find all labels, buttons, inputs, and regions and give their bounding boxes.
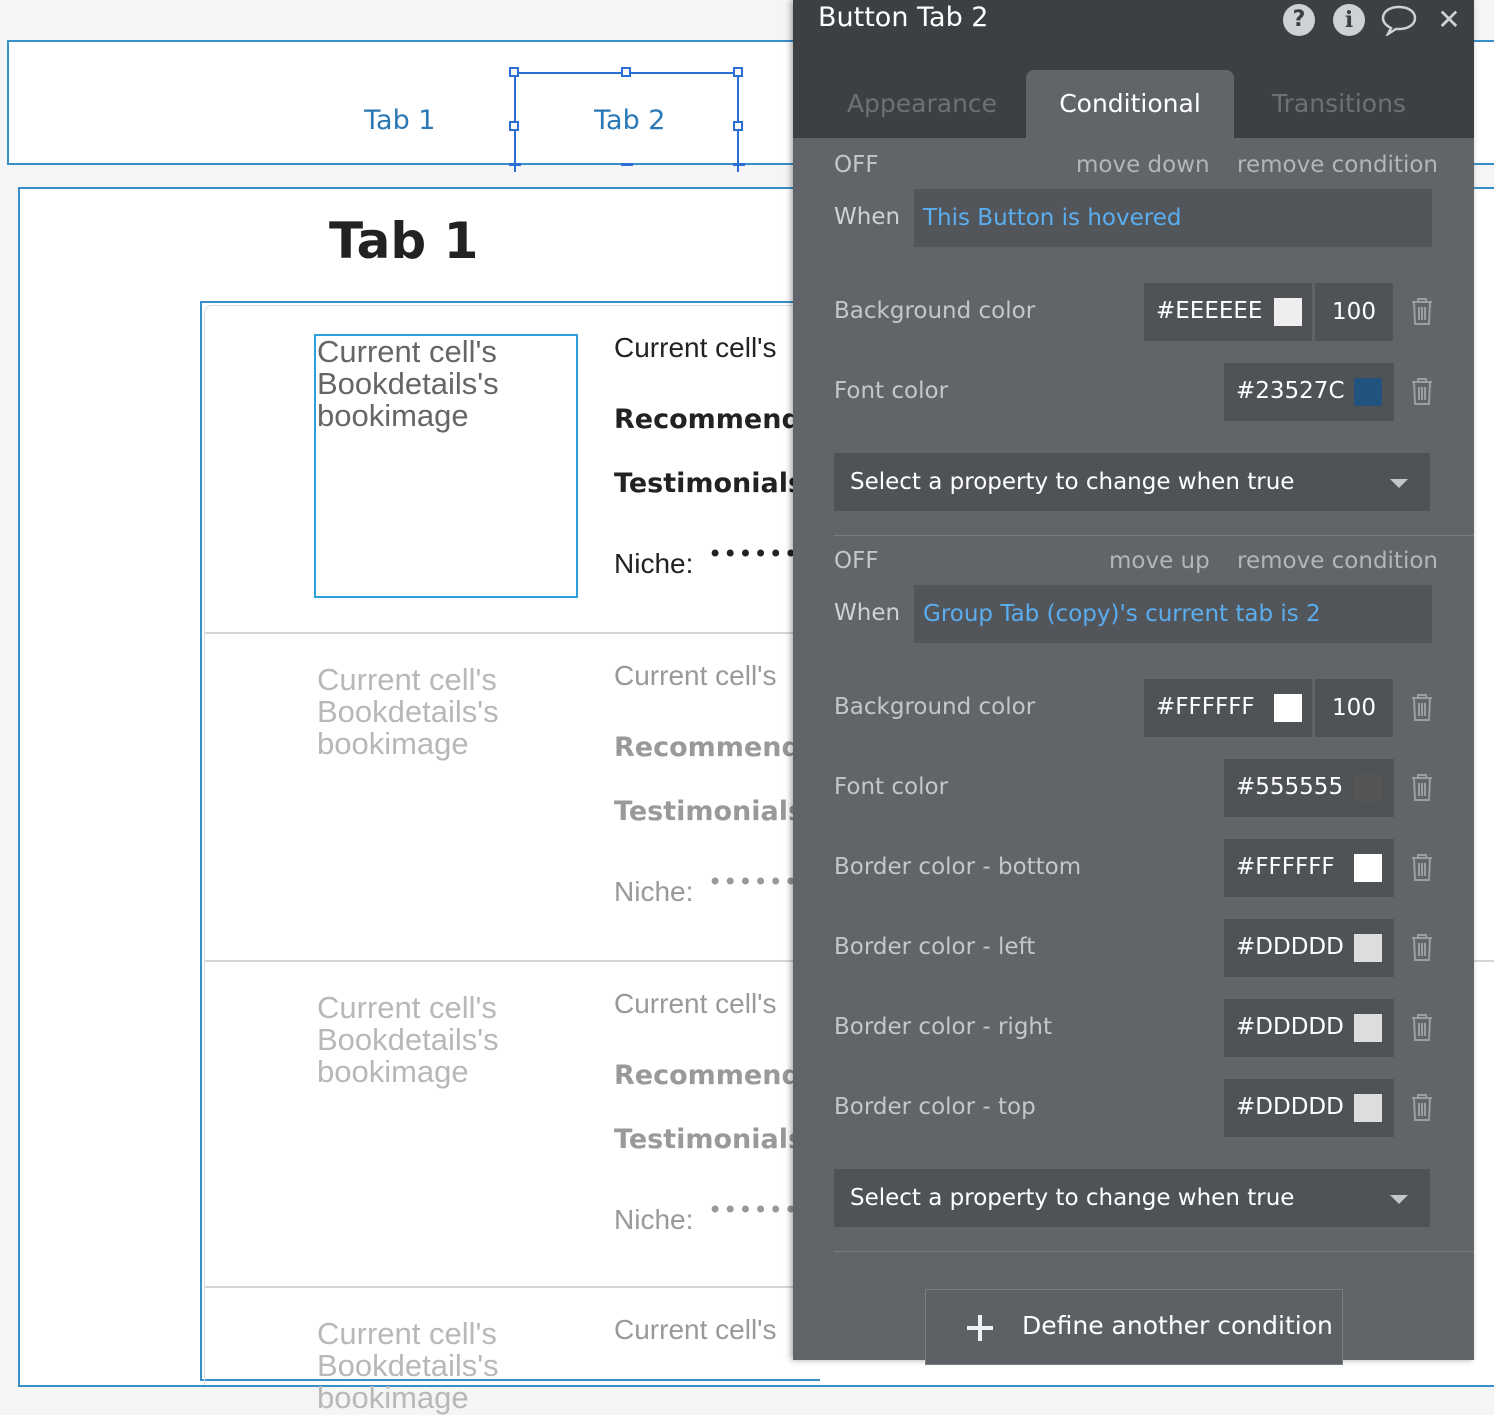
comment-icon[interactable]: [1381, 4, 1417, 38]
color-swatch: [1354, 1014, 1382, 1042]
condition-2-prop-label: Border color - top: [834, 1094, 1036, 1120]
close-icon[interactable]: ✕: [1433, 4, 1465, 36]
condition-1-property-select[interactable]: Select a property to change when true: [834, 453, 1430, 511]
condition-1-prop-label: Font color: [834, 378, 949, 404]
opacity-input[interactable]: 100: [1315, 283, 1393, 341]
resize-handle-left[interactable]: [509, 121, 519, 131]
color-swatch: [1354, 934, 1382, 962]
condition-2-prop-label: Border color - bottom: [834, 854, 1082, 880]
trash-icon[interactable]: [1409, 852, 1435, 882]
cell-niche-value: ••••••••: [708, 540, 794, 568]
condition-2-move-up[interactable]: move up: [1109, 548, 1210, 574]
color-picker[interactable]: #23527C: [1224, 363, 1394, 421]
cell-recommended: Recommende: [614, 732, 794, 763]
cell-title: Current cell's: [614, 988, 777, 1019]
condition-1-prop-label: Background color: [834, 298, 1036, 324]
trash-icon[interactable]: [1409, 772, 1435, 802]
color-picker[interactable]: #EEEEEE: [1144, 283, 1312, 341]
resize-handle-top[interactable]: [621, 67, 631, 77]
tab-appearance[interactable]: Appearance: [815, 70, 1029, 138]
condition-2-when-label: When: [834, 600, 901, 626]
resize-handle-top-right[interactable]: [733, 67, 743, 77]
cell-title: Current cell's: [614, 1314, 777, 1345]
condition-1-expression[interactable]: This Button is hovered: [914, 189, 1432, 247]
condition-1-status[interactable]: OFF: [834, 152, 879, 178]
color-swatch: [1354, 378, 1382, 406]
cell-testimonials: Testimonials (: [614, 1124, 794, 1155]
row-divider: [1474, 960, 1494, 962]
condition-2-prop-label: Background color: [834, 694, 1036, 720]
cell-niche-value: ••••••••: [708, 1196, 794, 1224]
condition-1-when-label: When: [834, 204, 901, 230]
color-swatch: [1274, 694, 1302, 722]
cell-title: Current cell's: [614, 332, 777, 363]
trash-icon[interactable]: [1409, 932, 1435, 962]
resize-handle-bottom[interactable]: [621, 163, 633, 166]
condition-2-prop-label: Border color - left: [834, 934, 1036, 960]
condition-separator: [834, 1251, 1474, 1252]
color-swatch: [1354, 854, 1382, 882]
tab-transitions[interactable]: Transitions: [1233, 70, 1445, 138]
color-picker[interactable]: #FFFFFF: [1224, 839, 1394, 897]
book-image-placeholder: Current cell's Bookdetails's bookimage: [317, 662, 499, 761]
resize-handle-right[interactable]: [733, 121, 743, 131]
book-image-placeholder: Current cell's Bookdetails's bookimage: [317, 1316, 499, 1415]
cell-niche-label: Niche:: [614, 1204, 694, 1235]
plus-icon: [967, 1315, 993, 1341]
property-editor-panel[interactable]: Button Tab 2 ? i ✕ Appearance Conditiona…: [793, 0, 1474, 1365]
tab-heading: Tab 1: [329, 212, 479, 270]
cell-text-column: Current cell's Recommende Testimonials (…: [600, 300, 794, 1360]
trash-icon[interactable]: [1409, 1092, 1435, 1122]
trash-icon[interactable]: [1409, 296, 1435, 326]
condition-2-status[interactable]: OFF: [834, 548, 879, 574]
chevron-down-icon: [1390, 479, 1408, 488]
color-picker[interactable]: #555555: [1224, 759, 1394, 817]
condition-2-prop-label: Font color: [834, 774, 949, 800]
resize-handle-bottom-right[interactable]: [733, 163, 745, 166]
resize-handle-top-left[interactable]: [509, 67, 519, 77]
selection-outline: [514, 72, 739, 172]
trash-icon[interactable]: [1409, 692, 1435, 722]
cell-niche-label: Niche:: [614, 548, 694, 579]
cell-testimonials: Testimonials (: [614, 468, 794, 499]
condition-2-property-select[interactable]: Select a property to change when true: [834, 1169, 1430, 1227]
condition-2-remove[interactable]: remove condition: [1237, 548, 1438, 574]
info-icon[interactable]: i: [1333, 4, 1365, 36]
condition-separator: [834, 535, 1474, 536]
tab-1-button[interactable]: Tab 1: [364, 105, 435, 136]
color-picker[interactable]: #DDDDD: [1224, 919, 1394, 977]
book-image-placeholder: Current cell's Bookdetails's bookimage: [317, 334, 499, 433]
color-swatch: [1354, 1094, 1382, 1122]
tab-conditional[interactable]: Conditional: [1026, 70, 1234, 138]
resize-handle-bottom-left[interactable]: [509, 163, 521, 166]
book-image-placeholder: Current cell's Bookdetails's bookimage: [317, 990, 499, 1089]
color-picker[interactable]: #DDDDD: [1224, 1079, 1394, 1137]
condition-2-expression[interactable]: Group Tab (copy)'s current tab is 2: [914, 585, 1432, 643]
cell-recommended: Recommende: [614, 1060, 794, 1091]
color-swatch: [1354, 774, 1382, 802]
color-picker[interactable]: #FFFFFF: [1144, 679, 1312, 737]
chevron-down-icon: [1390, 1195, 1408, 1204]
cell-recommended: Recommende: [614, 404, 794, 435]
cell-testimonials: Testimonials (: [614, 796, 794, 827]
define-another-condition-button[interactable]: Define another condition: [925, 1289, 1343, 1365]
trash-icon[interactable]: [1409, 1012, 1435, 1042]
condition-2-prop-label: Border color - right: [834, 1014, 1053, 1040]
trash-icon[interactable]: [1409, 376, 1435, 406]
condition-1-move-down[interactable]: move down: [1076, 152, 1210, 178]
cell-title: Current cell's: [614, 660, 777, 691]
color-picker[interactable]: #DDDDD: [1224, 999, 1394, 1057]
help-icon[interactable]: ?: [1283, 4, 1315, 36]
cell-niche-label: Niche:: [614, 876, 694, 907]
panel-title: Button Tab 2: [818, 2, 989, 33]
cell-niche-value: ••••••••: [708, 868, 794, 896]
color-swatch: [1274, 298, 1302, 326]
condition-1-remove[interactable]: remove condition: [1237, 152, 1438, 178]
opacity-input[interactable]: 100: [1315, 679, 1393, 737]
